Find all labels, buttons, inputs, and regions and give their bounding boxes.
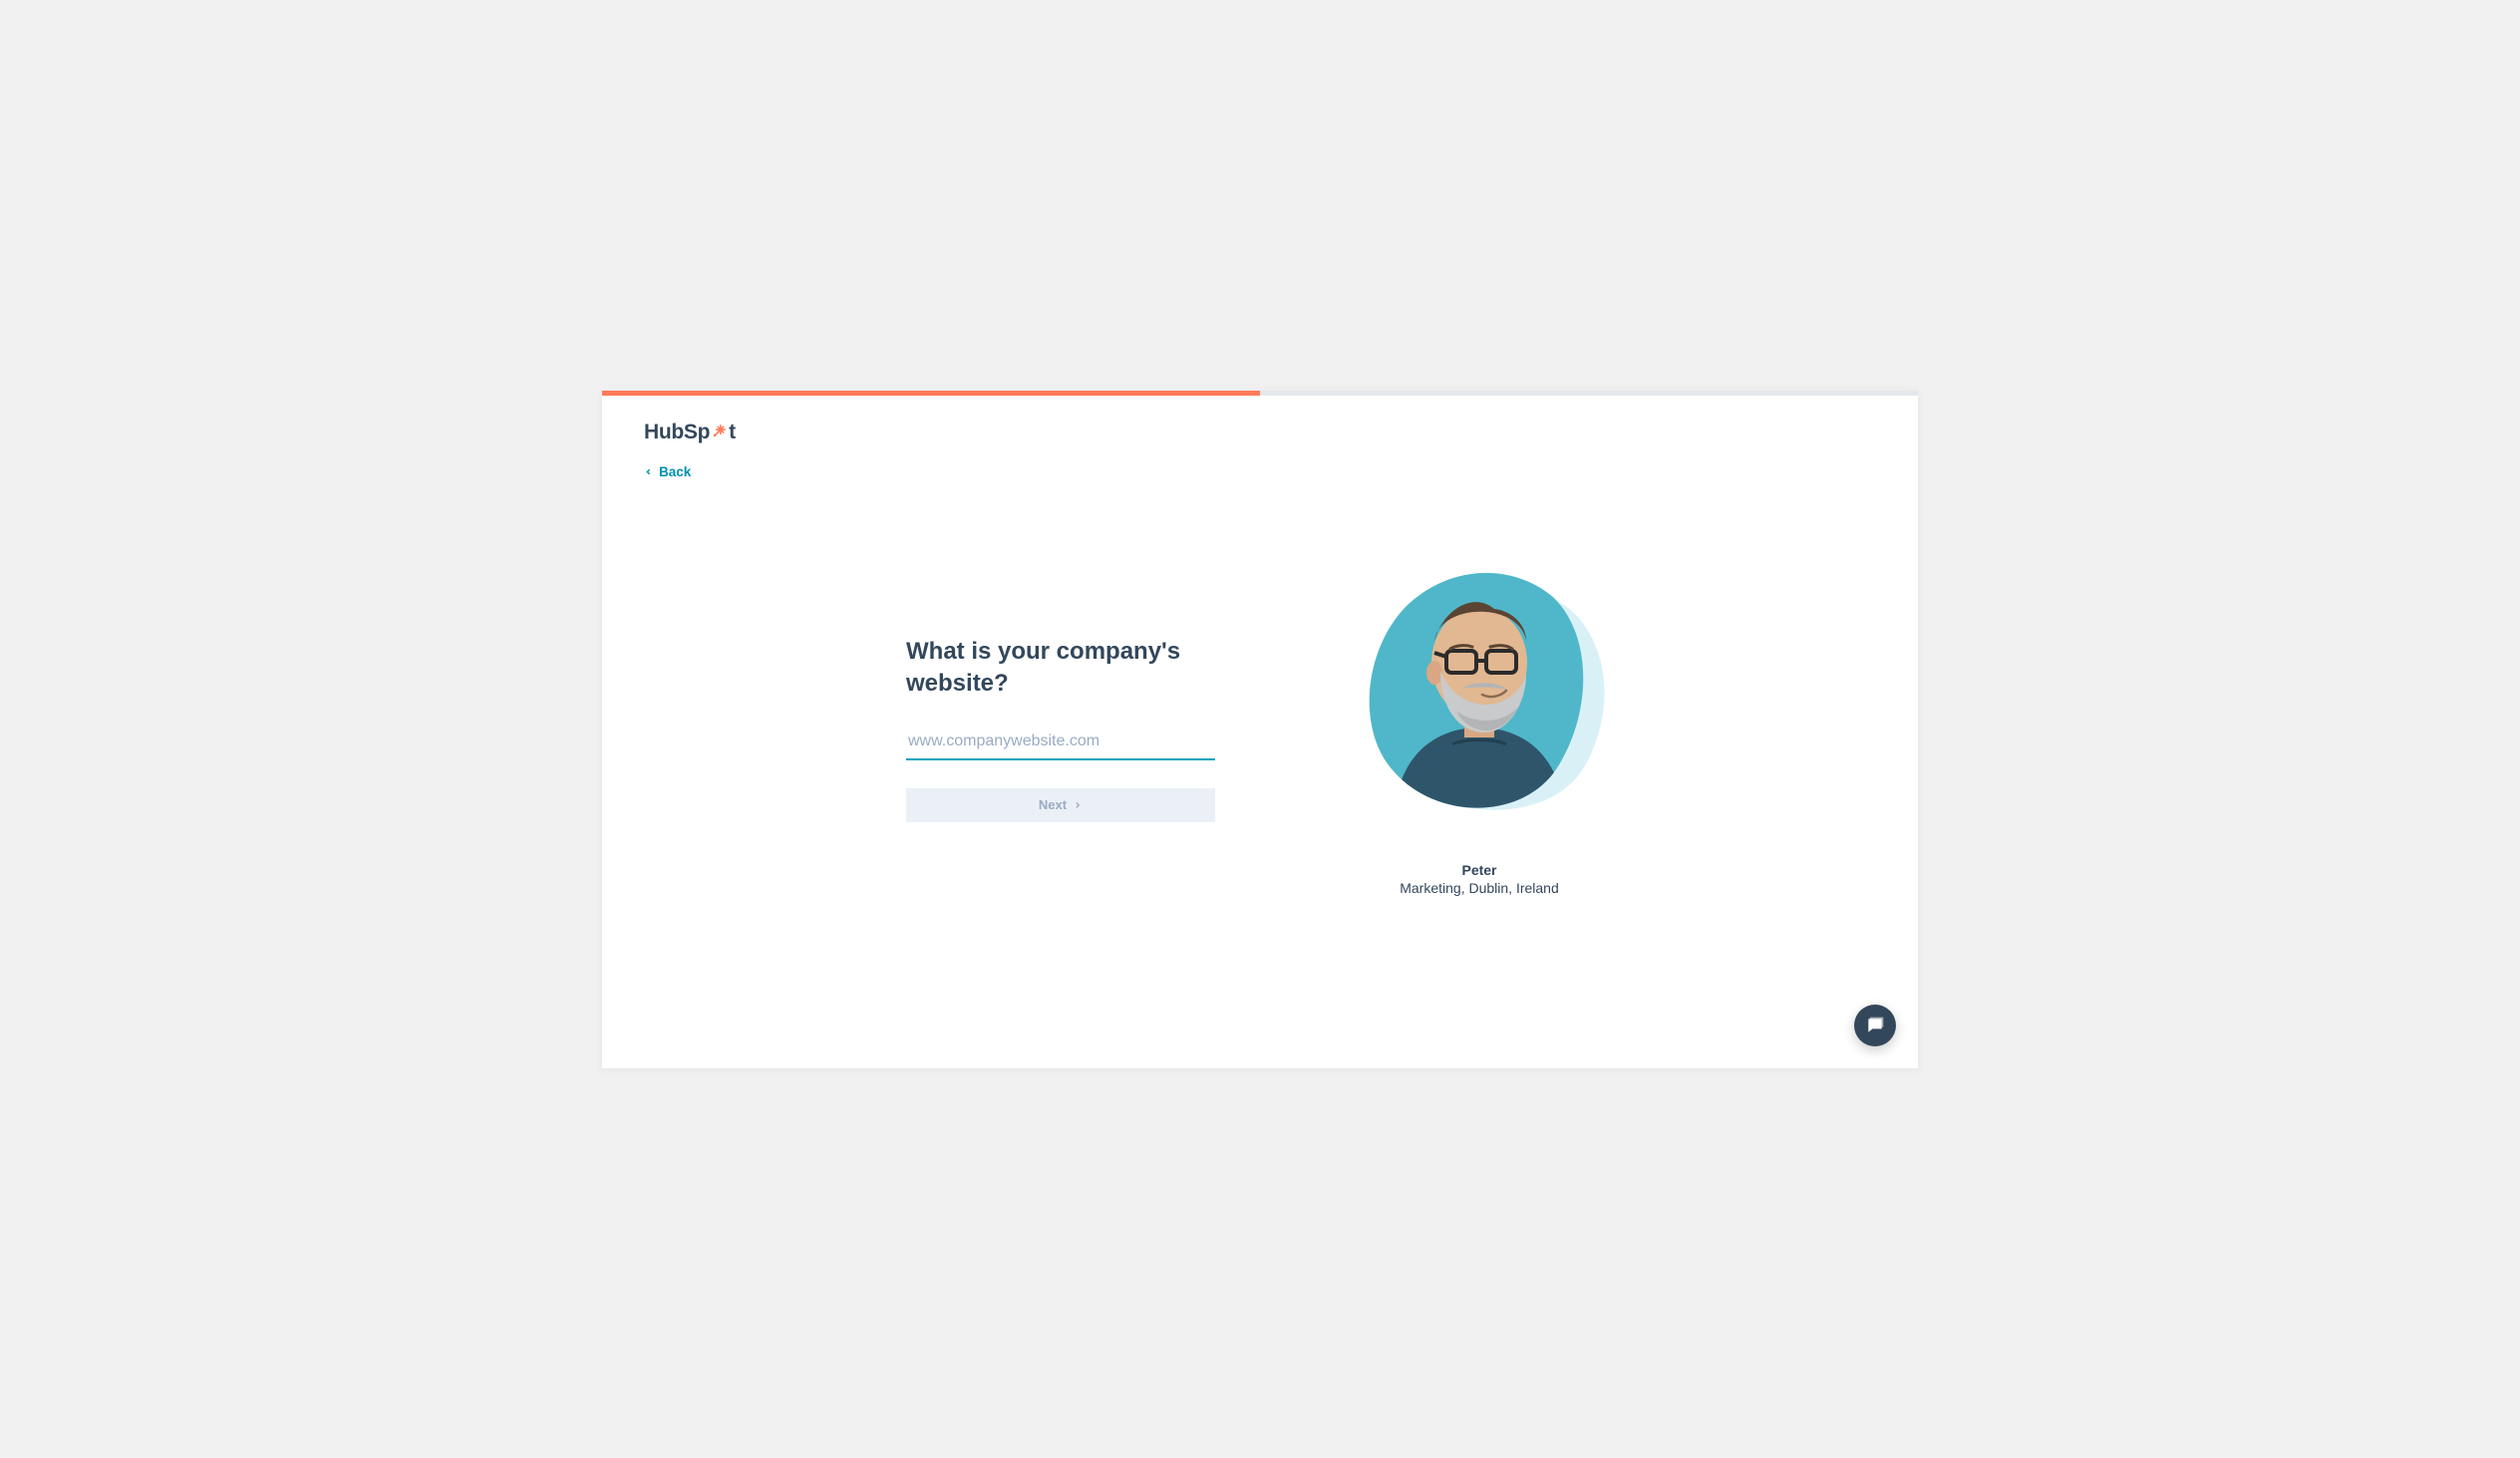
chevron-right-icon — [1073, 800, 1083, 810]
content-area: What is your company's website? Next — [602, 391, 1918, 1068]
persona-avatar — [1345, 563, 1614, 822]
persona-name: Peter — [1461, 862, 1496, 878]
company-website-input[interactable] — [906, 727, 1215, 760]
next-button[interactable]: Next — [906, 788, 1215, 822]
chat-icon — [1865, 1016, 1885, 1035]
persona-role: Marketing, Dublin, Ireland — [1400, 880, 1559, 896]
chat-button[interactable] — [1854, 1005, 1896, 1046]
form-heading: What is your company's website? — [906, 636, 1215, 698]
onboarding-card: HubSp t Back What is your company's webs… — [602, 391, 1918, 1068]
form-column: What is your company's website? Next — [906, 636, 1215, 821]
next-label: Next — [1039, 797, 1067, 812]
persona-column: Peter Marketing, Dublin, Ireland — [1345, 563, 1614, 896]
